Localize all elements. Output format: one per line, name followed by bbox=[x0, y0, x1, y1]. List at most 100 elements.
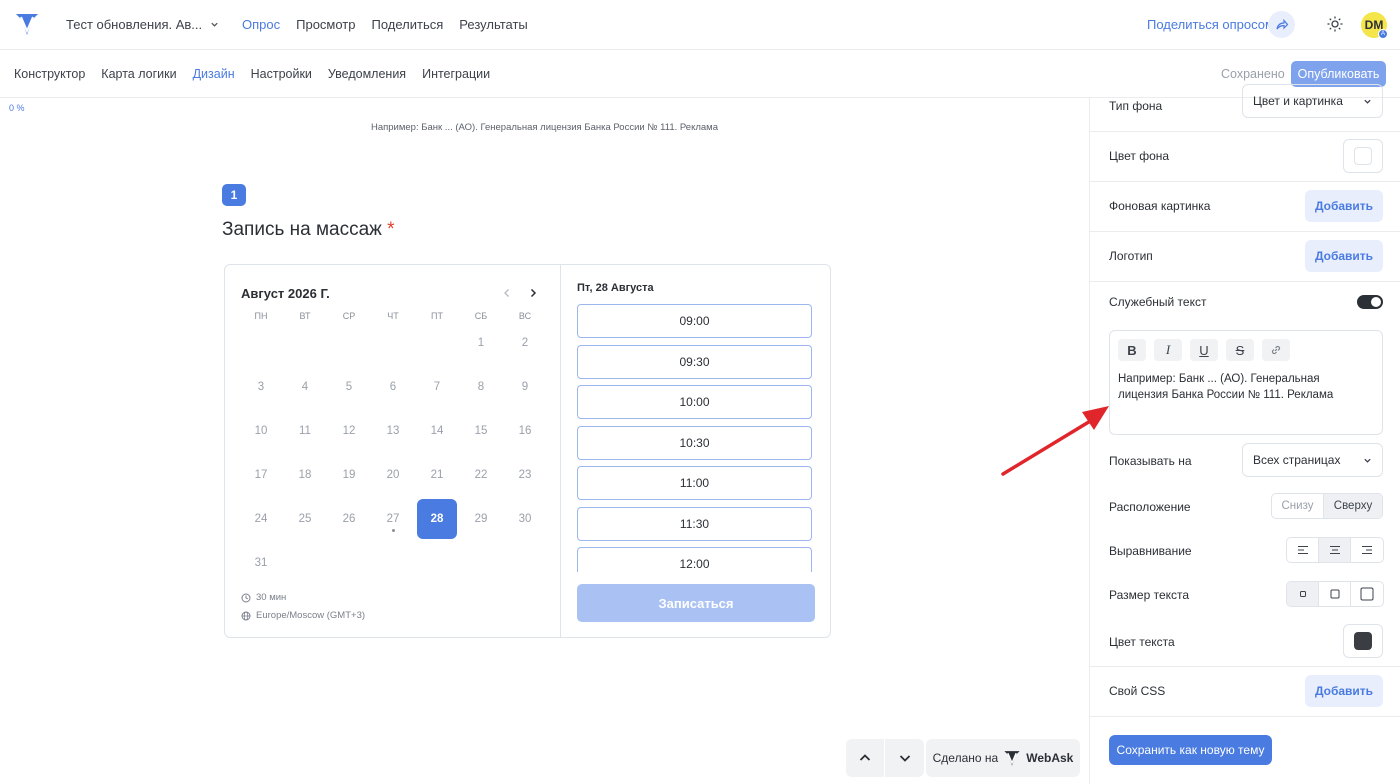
calendar-day-number: 6 bbox=[389, 381, 397, 393]
underline-button[interactable]: U bbox=[1190, 339, 1218, 361]
calendar-day[interactable]: 3 bbox=[239, 365, 283, 409]
service-text-editor[interactable]: B I U S Например: Банк ... (АО). Генерал… bbox=[1109, 330, 1383, 435]
align-left-icon bbox=[1297, 545, 1308, 555]
calendar-day[interactable]: 6 bbox=[371, 365, 415, 409]
share-survey-link[interactable]: Поделиться опросом bbox=[1147, 17, 1274, 32]
tab-design[interactable]: Дизайн bbox=[193, 67, 235, 81]
service-text-toggle[interactable] bbox=[1357, 295, 1383, 309]
survey-title-dropdown[interactable]: Тест обновления. Ав... bbox=[66, 17, 219, 32]
prev-page-button[interactable] bbox=[846, 739, 885, 777]
text-size-medium-button[interactable] bbox=[1319, 582, 1351, 606]
time-slot-button[interactable]: 11:00 bbox=[577, 466, 812, 500]
calendar-day[interactable]: 28 bbox=[417, 499, 457, 539]
webask-logo-icon[interactable] bbox=[14, 11, 40, 37]
calendar-day[interactable]: 11 bbox=[283, 409, 327, 453]
calendar-day[interactable]: 15 bbox=[459, 409, 503, 453]
made-on-webask-badge[interactable]: Сделано на WebAsk bbox=[926, 739, 1080, 777]
calendar-day[interactable]: 13 bbox=[371, 409, 415, 453]
time-slot-list[interactable]: 09:00 09:30 10:00 10:30 11:00 11:30 12:00 bbox=[577, 304, 813, 572]
calendar-day[interactable]: 29 bbox=[459, 497, 503, 541]
sun-icon bbox=[1327, 16, 1343, 32]
calendar-day[interactable]: 9 bbox=[503, 365, 547, 409]
chevron-left-icon[interactable] bbox=[501, 287, 513, 299]
tab-settings[interactable]: Настройки bbox=[251, 67, 312, 81]
italic-button[interactable]: I bbox=[1154, 339, 1182, 361]
calendar-day[interactable]: 17 bbox=[239, 453, 283, 497]
link-icon bbox=[1271, 345, 1281, 355]
calendar-day[interactable]: 23 bbox=[503, 453, 547, 497]
share-button[interactable] bbox=[1268, 11, 1295, 38]
calendar-day[interactable]: 5 bbox=[327, 365, 371, 409]
calendar-day[interactable]: 30 bbox=[503, 497, 547, 541]
tab-notifications[interactable]: Уведомления bbox=[328, 67, 406, 81]
survey-title: Тест обновления. Ав... bbox=[66, 17, 203, 32]
calendar-day[interactable]: 7 bbox=[415, 365, 459, 409]
add-custom-css-button[interactable]: Добавить bbox=[1305, 675, 1383, 707]
calendar-day[interactable]: 19 bbox=[327, 453, 371, 497]
nav-preview[interactable]: Просмотр bbox=[296, 17, 355, 32]
row-show-on: Показывать на Всех страницах bbox=[1090, 443, 1400, 477]
calendar-day[interactable]: 14 bbox=[415, 409, 459, 453]
calendar-day[interactable]: 8 bbox=[459, 365, 503, 409]
signup-button[interactable]: Записаться bbox=[577, 584, 815, 622]
align-right-button[interactable] bbox=[1351, 538, 1383, 562]
position-bottom-option[interactable]: Снизу bbox=[1272, 494, 1324, 518]
calendar-day[interactable]: 26 bbox=[327, 497, 371, 541]
calendar-day[interactable]: 16 bbox=[503, 409, 547, 453]
position-label: Расположение bbox=[1109, 500, 1191, 514]
nav-survey[interactable]: Опрос bbox=[242, 17, 280, 32]
row-bg-image: Фоновая картинка Добавить bbox=[1090, 182, 1400, 232]
bg-color-picker[interactable] bbox=[1343, 139, 1383, 173]
calendar-day[interactable]: 2 bbox=[503, 321, 547, 365]
position-top-option[interactable]: Сверху bbox=[1324, 494, 1382, 518]
service-text-content[interactable]: Например: Банк ... (АО). Генеральная лиц… bbox=[1118, 371, 1368, 403]
calendar-day[interactable]: 1 bbox=[459, 321, 503, 365]
align-center-button[interactable] bbox=[1319, 538, 1351, 562]
calendar-day[interactable]: 10 bbox=[239, 409, 283, 453]
row-bg-color: Цвет фона bbox=[1090, 132, 1400, 182]
add-bg-image-button[interactable]: Добавить bbox=[1305, 190, 1383, 222]
calendar-day[interactable]: 20 bbox=[371, 453, 415, 497]
time-slot-button[interactable]: 10:30 bbox=[577, 425, 812, 460]
calendar-day-number: 26 bbox=[342, 513, 356, 525]
save-as-theme-button[interactable]: Сохранить как новую тему bbox=[1109, 735, 1272, 765]
calendar-day[interactable]: 22 bbox=[459, 453, 503, 497]
time-slot-button[interactable]: 12:00 bbox=[577, 547, 812, 572]
calendar-day[interactable]: 21 bbox=[415, 453, 459, 497]
time-slot-button[interactable]: 09:30 bbox=[577, 344, 812, 379]
theme-toggle-button[interactable] bbox=[1325, 14, 1345, 34]
tab-integrations[interactable]: Интеграции bbox=[422, 67, 490, 81]
align-left-button[interactable] bbox=[1287, 538, 1319, 562]
tab-logic-map[interactable]: Карта логики bbox=[101, 67, 176, 81]
time-slot-button[interactable]: 10:00 bbox=[577, 385, 812, 419]
next-page-button[interactable] bbox=[885, 739, 924, 777]
time-slot-button[interactable]: 09:00 bbox=[577, 304, 812, 338]
duration-text: 30 мин bbox=[256, 592, 287, 603]
bg-type-select[interactable]: Цвет и картинка bbox=[1242, 84, 1383, 118]
text-size-small-button[interactable] bbox=[1287, 582, 1319, 606]
calendar-day[interactable]: 18 bbox=[283, 453, 327, 497]
show-on-select[interactable]: Всех страницах bbox=[1242, 443, 1383, 477]
nav-share[interactable]: Поделиться bbox=[372, 17, 444, 32]
today-dot bbox=[391, 529, 395, 532]
calendar-day[interactable]: 25 bbox=[283, 497, 327, 541]
calendar-day[interactable]: 31 bbox=[239, 541, 283, 585]
text-color-picker[interactable] bbox=[1343, 624, 1383, 658]
align-label: Выравнивание bbox=[1109, 544, 1192, 558]
calendar-day[interactable]: 4 bbox=[283, 365, 327, 409]
add-logo-button[interactable]: Добавить bbox=[1305, 240, 1383, 272]
calendar-day-empty bbox=[239, 321, 283, 365]
tab-constructor[interactable]: Конструктор bbox=[14, 67, 85, 81]
time-slot-button[interactable]: 11:30 bbox=[577, 506, 812, 541]
calendar-day[interactable]: 24 bbox=[239, 497, 283, 541]
saved-status: Сохранено bbox=[1221, 67, 1285, 81]
bold-button[interactable]: B bbox=[1118, 339, 1146, 361]
strikethrough-button[interactable]: S bbox=[1226, 339, 1254, 361]
calendar-day-number: 18 bbox=[298, 469, 312, 481]
chevron-right-icon[interactable] bbox=[527, 287, 539, 299]
calendar-day[interactable]: 27 bbox=[371, 497, 415, 541]
calendar-day[interactable]: 12 bbox=[327, 409, 371, 453]
nav-results[interactable]: Результаты bbox=[459, 17, 527, 32]
text-size-large-button[interactable] bbox=[1351, 582, 1383, 606]
link-button[interactable] bbox=[1262, 339, 1290, 361]
